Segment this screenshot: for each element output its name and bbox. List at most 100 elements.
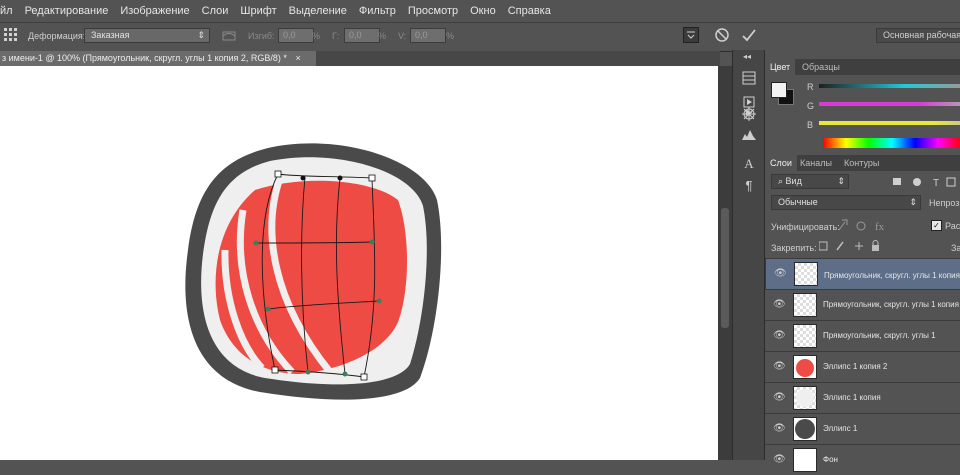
unify-icons[interactable]: fx [837,218,891,233]
select-arrows-icon: ⇕ [837,176,845,186]
workspace-switcher[interactable]: Основная рабочая сре [876,28,960,43]
bend-percent: % [312,31,321,41]
select-arrows-icon: ⇕ [197,30,205,40]
visibility-eye-icon[interactable]: 👁 [774,268,787,280]
propagate-label: Расп [945,221,960,231]
visibility-eye-icon[interactable]: 👁 [773,423,786,435]
layer-name: Эллипс 1 копия 2 [823,362,888,371]
opacity-label: Непрозрачн [929,198,960,208]
reference-point-icon[interactable] [4,28,18,42]
layer-filter-icons: T [893,176,959,189]
channel-g-label: G [807,101,815,111]
close-tab-icon[interactable]: × [295,53,300,63]
select-arrows-icon: ⇕ [909,197,917,207]
tab-channels[interactable]: Каналы [795,155,837,171]
menu-filter[interactable]: Фильтр [353,5,402,17]
layer-row[interactable]: 👁 Эллипс 1 копия 2 [765,351,960,382]
unify-label: Унифицировать: [771,222,840,232]
channel-b-label: B [807,120,814,130]
right-panels: Цвет Образцы R G B Слои Каналы Контуры ⌕… [764,50,960,472]
vertical-field[interactable]: 0,0 [410,28,446,43]
commit-transform-icon[interactable] [741,27,757,43]
menu-window[interactable]: Окно [464,5,502,17]
options-bar: Деформация: Заказная ⇕ Изгиб: 0,0 % Г: 0… [0,22,960,52]
cancel-transform-icon[interactable] [714,27,730,43]
adjustments-icon[interactable] [741,106,757,122]
layer-name: Эллипс 1 [823,424,858,433]
layer-row[interactable]: 👁 Прямоугольник, скругл. углы 1 копия [765,289,960,320]
warp-orientation-icon[interactable] [222,29,236,43]
propagate-checkbox[interactable]: ✓ [931,220,942,231]
menu-image[interactable]: Изображение [114,5,195,17]
layer-thumbnail [793,293,817,317]
menu-edit[interactable]: Редактирование [19,5,115,17]
layers-panel-tabs: Слои Каналы Контуры [765,155,960,171]
paragraph-icon[interactable]: ¶ [741,178,757,194]
blend-mode-value: Обычные [778,197,818,207]
bend-label: Изгиб: [248,31,275,41]
warp-style-value: Заказная [91,30,130,40]
menu-file[interactable]: йл [0,5,19,17]
visibility-eye-icon[interactable]: 👁 [773,392,786,404]
svg-text:T: T [933,178,939,188]
warp-style-select[interactable]: Заказная ⇕ [84,28,210,43]
red-slider[interactable] [819,84,960,88]
green-slider[interactable] [819,102,960,106]
histogram-icon[interactable] [741,126,757,142]
layer-thumbnail [793,386,817,410]
puppet-warp-icon[interactable] [683,27,699,43]
menu-bar: йл Редактирование Изображение Слои Шрифт… [0,0,960,22]
menu-layers[interactable]: Слои [196,5,235,17]
warp-label: Деформация: [28,31,86,41]
layer-row[interactable]: 👁 Прямоугольник, скругл. углы 1 копия 2 [765,258,960,290]
channel-r-label: R [807,82,814,92]
layer-thumbnail [793,448,817,472]
lock-icons[interactable] [818,240,881,252]
visibility-eye-icon[interactable]: 👁 [773,361,786,373]
tab-swatches[interactable]: Образцы [797,59,845,75]
layer-row[interactable]: 👁 Прямоугольник, скругл. углы 1 [765,320,960,351]
tab-paths[interactable]: Контуры [839,155,884,171]
canvas[interactable] [0,66,718,460]
layer-name: Эллипс 1 копия [823,393,881,402]
layer-filter-kind: Вид [785,176,802,186]
horizontal-percent: % [378,31,387,41]
visibility-eye-icon[interactable]: 👁 [773,454,786,466]
horizontal-field[interactable]: 0,0 [344,28,380,43]
layer-row[interactable]: 👁 Эллипс 1 копия [765,382,960,413]
layer-name: Прямоугольник, скругл. углы 1 [823,331,936,340]
history-icon[interactable] [741,70,757,86]
character-icon[interactable]: A [741,156,757,172]
panel-dock-strip: ◂◂ ▸ A ¶ [732,50,765,460]
blend-mode-select[interactable]: Обычные ⇕ [771,195,921,210]
foreground-background-swatch[interactable] [771,82,794,105]
layer-thumbnail [794,262,818,286]
vertical-percent: % [446,31,455,41]
layer-row[interactable]: 👁 Эллипс 1 [765,413,960,444]
tab-strip [316,51,720,66]
layer-filter-select[interactable]: ⌕ Вид ⇕ [771,174,849,189]
color-panel-tabs: Цвет Образцы [765,59,960,75]
fill-label: За [951,243,960,253]
horizontal-label: Г: [332,31,340,41]
menu-type[interactable]: Шрифт [234,5,282,17]
visibility-eye-icon[interactable]: 👁 [773,330,786,342]
menu-select[interactable]: Выделение [283,5,353,17]
layer-thumbnail [793,417,817,441]
tab-layers[interactable]: Слои [765,155,797,171]
tab-color[interactable]: Цвет [765,59,796,75]
visibility-eye-icon[interactable]: 👁 [773,299,786,311]
color-spectrum-bar[interactable] [823,138,960,148]
document-tab[interactable]: з имени-1 @ 100% (Прямоугольник, скругл.… [0,51,318,66]
menu-view[interactable]: Просмотр [402,5,464,17]
lock-label: Закрепить: [771,243,817,253]
collapse-dock-icon[interactable]: ◂◂ [743,52,751,61]
layer-thumbnail [793,355,817,379]
menu-help[interactable]: Справка [502,5,557,17]
svg-text:fx: fx [875,221,885,232]
bend-field[interactable]: 0,0 [278,28,314,43]
scrollbar-thumb[interactable] [721,208,729,328]
blue-slider[interactable] [819,121,960,125]
filter-search-icon: ⌕ [778,176,786,186]
layer-thumbnail [793,324,817,348]
